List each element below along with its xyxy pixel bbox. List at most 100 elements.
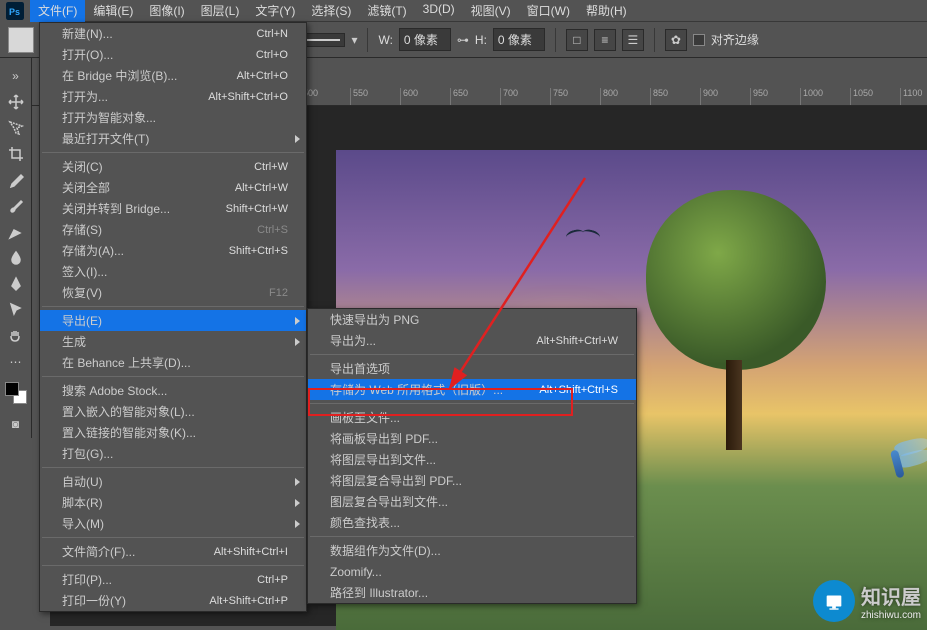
menu-item-shortcut: Ctrl+N	[257, 28, 288, 40]
menu-item-label: 打印(P)...	[62, 571, 257, 588]
menu-文件[interactable]: 文件(F)	[30, 0, 85, 22]
file-menu-item[interactable]: 在 Bridge 中浏览(B)...Alt+Ctrl+O	[40, 65, 306, 86]
export-menu-item[interactable]: 导出首选项	[308, 358, 636, 379]
menu-item-label: 关闭并转到 Bridge...	[62, 200, 226, 217]
file-menu-item[interactable]: 置入链接的智能对象(K)...	[40, 422, 306, 443]
hand-tool[interactable]	[2, 324, 30, 348]
menu-视图[interactable]: 视图(V)	[463, 0, 519, 22]
menu-item-shortcut: Alt+Shift+Ctrl+P	[209, 595, 288, 607]
menu-图像[interactable]: 图像(I)	[141, 0, 192, 22]
file-menu-item[interactable]: 关闭全部Alt+Ctrl+W	[40, 177, 306, 198]
ruler-tick: 1100	[900, 88, 927, 105]
file-menu-item[interactable]: 自动(U)	[40, 471, 306, 492]
menu-item-label: 打开为...	[62, 88, 208, 105]
menu-图层[interactable]: 图层(L)	[193, 0, 248, 22]
watermark-title: 知识屋	[861, 581, 921, 610]
menu-item-label: 脚本(R)	[62, 494, 288, 511]
more-tools-icon[interactable]: ⋯	[2, 350, 30, 374]
menu-窗口[interactable]: 窗口(W)	[519, 0, 578, 22]
menu-item-label: 导出首选项	[330, 360, 618, 377]
file-menu-item[interactable]: 新建(N)...Ctrl+N	[40, 23, 306, 44]
menu-item-shortcut: Alt+Shift+Ctrl+I	[214, 546, 288, 558]
file-menu-item[interactable]: 打开为智能对象...	[40, 107, 306, 128]
width-label: W:	[378, 33, 392, 47]
menu-separator	[42, 537, 304, 538]
file-menu-item[interactable]: 脚本(R)	[40, 492, 306, 513]
export-menu-item[interactable]: Zoomify...	[308, 561, 636, 582]
stroke-style-select[interactable]	[301, 33, 345, 47]
export-menu-item: 数据组作为文件(D)...	[308, 540, 636, 561]
export-menu-item[interactable]: 快速导出为 PNG	[308, 309, 636, 330]
file-menu-item[interactable]: 关闭并转到 Bridge...Shift+Ctrl+W	[40, 198, 306, 219]
export-menu-item[interactable]: 将图层导出到文件...	[308, 449, 636, 470]
file-menu-item[interactable]: 导入(M)	[40, 513, 306, 534]
height-input[interactable]: 0 像素	[493, 28, 545, 51]
file-menu-item[interactable]: 最近打开文件(T)	[40, 128, 306, 149]
menu-item-shortcut: Shift+Ctrl+S	[229, 245, 288, 257]
file-menu-item[interactable]: 关闭(C)Ctrl+W	[40, 156, 306, 177]
color-swatches[interactable]	[5, 382, 27, 404]
watermark: 知识屋zhishiwu.com	[813, 580, 921, 622]
align-edges-checkbox[interactable]	[693, 34, 705, 46]
export-menu-item[interactable]: 将画板导出到 PDF...	[308, 428, 636, 449]
submenu-arrow-icon	[295, 478, 300, 486]
menu-item-label: 打开为智能对象...	[62, 109, 288, 126]
file-menu-item[interactable]: 文件简介(F)...Alt+Shift+Ctrl+I	[40, 541, 306, 562]
file-menu-item[interactable]: 生成	[40, 331, 306, 352]
tool-preset-icon[interactable]	[8, 27, 34, 53]
export-menu-item[interactable]: 路径到 Illustrator...	[308, 582, 636, 603]
export-menu-item[interactable]: 图层复合导出到文件...	[308, 491, 636, 512]
path-ops-icon[interactable]: □	[566, 29, 588, 51]
menu-item-label: 图层复合导出到文件...	[330, 493, 618, 510]
file-menu-item[interactable]: 在 Behance 上共享(D)...	[40, 352, 306, 373]
export-menu-item[interactable]: 颜色查找表...	[308, 512, 636, 533]
file-menu-item[interactable]: 打开(O)...Ctrl+O	[40, 44, 306, 65]
file-menu-item[interactable]: 导出(E)	[40, 310, 306, 331]
menu-item-label: 导出为...	[330, 332, 536, 349]
export-menu-item[interactable]: 存储为 Web 所用格式（旧版）...Alt+Shift+Ctrl+S	[308, 379, 636, 400]
menu-item-shortcut: Ctrl+O	[256, 49, 288, 61]
eyedropper-tool[interactable]	[2, 168, 30, 192]
menu-滤镜[interactable]: 滤镜(T)	[359, 0, 414, 22]
brush-tool[interactable]	[2, 194, 30, 218]
ruler-tick: 750	[550, 88, 600, 105]
export-menu-item[interactable]: 画板至文件...	[308, 407, 636, 428]
settings-icon[interactable]: ✿	[665, 29, 687, 51]
menu-separator	[42, 152, 304, 153]
export-menu-item[interactable]: 导出为...Alt+Shift+Ctrl+W	[308, 330, 636, 351]
arrange-icon[interactable]: ☰	[622, 29, 644, 51]
menu-文字[interactable]: 文字(Y)	[247, 0, 303, 22]
pen-tool[interactable]	[2, 272, 30, 296]
menu-item-label: 置入嵌入的智能对象(L)...	[62, 403, 288, 420]
lasso-tool[interactable]	[2, 116, 30, 140]
align-icon[interactable]: ≡	[594, 29, 616, 51]
submenu-arrow-icon	[295, 520, 300, 528]
menu-item-shortcut: Ctrl+W	[254, 161, 288, 173]
expand-icon[interactable]: »	[2, 64, 30, 88]
move-tool[interactable]	[2, 90, 30, 114]
file-menu-item[interactable]: 打印一份(Y)Alt+Shift+Ctrl+P	[40, 590, 306, 611]
link-wh-icon[interactable]: ⊶	[457, 33, 469, 47]
menu-item-label: 恢复(V)	[62, 284, 269, 301]
file-menu-item[interactable]: 打开为...Alt+Shift+Ctrl+O	[40, 86, 306, 107]
app-logo: Ps	[0, 0, 30, 22]
menu-选择[interactable]: 选择(S)	[303, 0, 359, 22]
menu-item-label: Zoomify...	[330, 565, 618, 579]
healing-tool[interactable]	[2, 220, 30, 244]
file-menu-item[interactable]: 置入嵌入的智能对象(L)...	[40, 401, 306, 422]
menu-item-label: 签入(I)...	[62, 263, 288, 280]
menu-编辑[interactable]: 编辑(E)	[85, 0, 141, 22]
menu-帮助[interactable]: 帮助(H)	[578, 0, 635, 22]
blur-tool[interactable]	[2, 246, 30, 270]
menu-3d[interactable]: 3D(D)	[415, 0, 463, 22]
width-input[interactable]: 0 像素	[399, 28, 451, 51]
quick-mask-icon[interactable]: ◙	[2, 412, 30, 436]
menu-item-label: 文件简介(F)...	[62, 543, 214, 560]
file-menu-item[interactable]: 存储为(A)...Shift+Ctrl+S	[40, 240, 306, 261]
file-menu-item[interactable]: 打印(P)...Ctrl+P	[40, 569, 306, 590]
export-menu-item[interactable]: 将图层复合导出到 PDF...	[308, 470, 636, 491]
menu-item-label: 置入链接的智能对象(K)...	[62, 424, 288, 441]
file-menu-item[interactable]: 搜索 Adobe Stock...	[40, 380, 306, 401]
path-select-tool[interactable]	[2, 298, 30, 322]
crop-tool[interactable]	[2, 142, 30, 166]
